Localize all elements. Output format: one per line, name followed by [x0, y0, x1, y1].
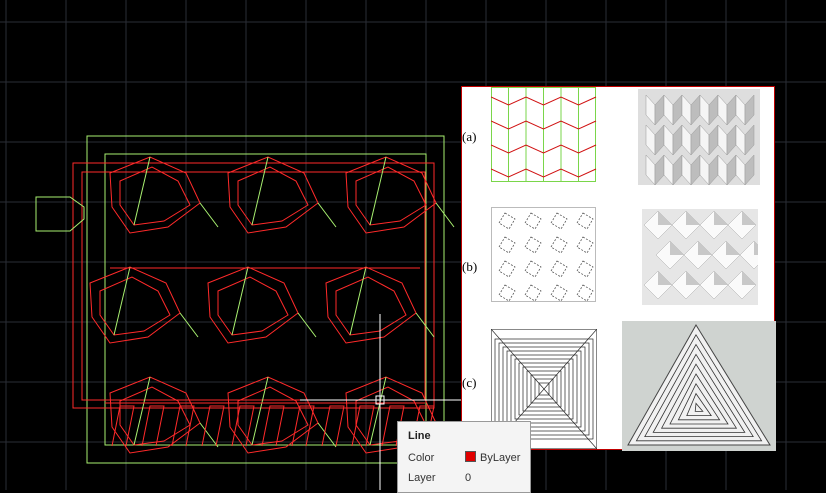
- crease-pattern-a: [491, 87, 597, 182]
- label-a: (a): [462, 129, 477, 144]
- layer-value: 0: [465, 472, 472, 484]
- tooltip-title: Line: [408, 430, 431, 442]
- folded-model-photo-b: [642, 209, 758, 305]
- crease-pattern-b: [491, 207, 596, 302]
- quick-properties-tooltip: Line Color ByLayer Layer 0: [397, 421, 531, 493]
- label-b: (b): [462, 259, 478, 274]
- layer-label: Layer: [408, 472, 436, 484]
- color-label: Color: [408, 452, 435, 464]
- folded-model-photo-c: [622, 321, 776, 451]
- reference-figure-panel[interactable]: (a) (b) (c): [461, 86, 776, 451]
- color-value: ByLayer: [465, 451, 520, 465]
- origami-cut-pattern: [89, 156, 455, 454]
- folded-model-photo-a: [638, 89, 760, 185]
- color-swatch-icon: [465, 451, 476, 462]
- label-c: (c): [462, 375, 477, 390]
